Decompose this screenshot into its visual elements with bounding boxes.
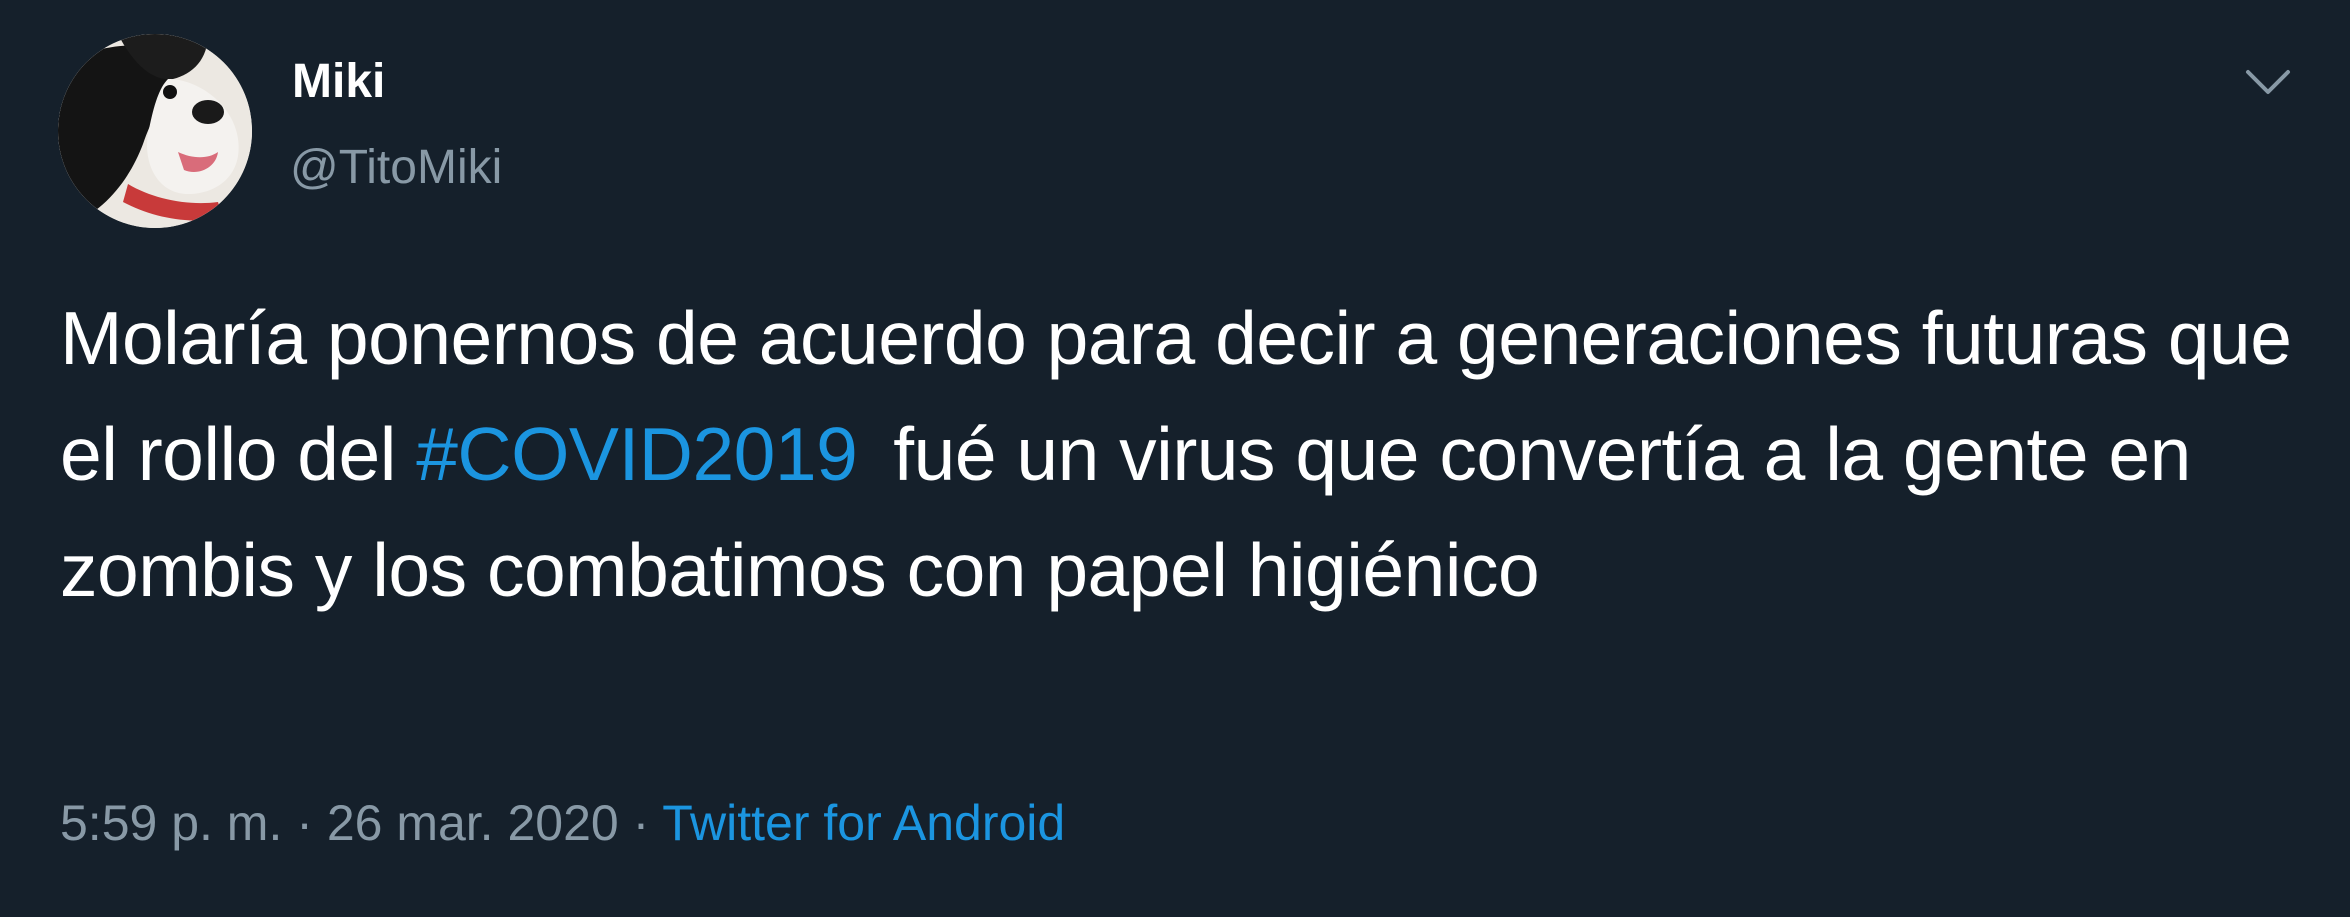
tweet-meta: 5:59 p. m. · 26 mar. 2020 · Twitter for … xyxy=(60,798,1065,848)
meta-separator: · xyxy=(632,795,650,851)
hashtag-link[interactable]: #COVID2019 xyxy=(416,412,858,496)
tweet-source-link[interactable]: Twitter for Android xyxy=(662,795,1065,851)
display-name[interactable]: Miki xyxy=(292,58,385,106)
tweet-card: Miki @TitoMiki Molaría ponernos de acuer… xyxy=(0,0,2350,917)
user-handle[interactable]: @TitoMiki xyxy=(290,144,502,192)
tweet-text: Molaría ponernos de acuerdo para decir a… xyxy=(60,280,2300,628)
tweet-date[interactable]: 26 mar. 2020 xyxy=(327,795,619,851)
meta-separator: · xyxy=(296,795,313,851)
tweet-time[interactable]: 5:59 p. m. xyxy=(60,795,282,851)
chevron-down-icon[interactable] xyxy=(2242,62,2294,102)
dog-avatar-icon xyxy=(58,34,252,228)
avatar[interactable] xyxy=(58,34,252,228)
